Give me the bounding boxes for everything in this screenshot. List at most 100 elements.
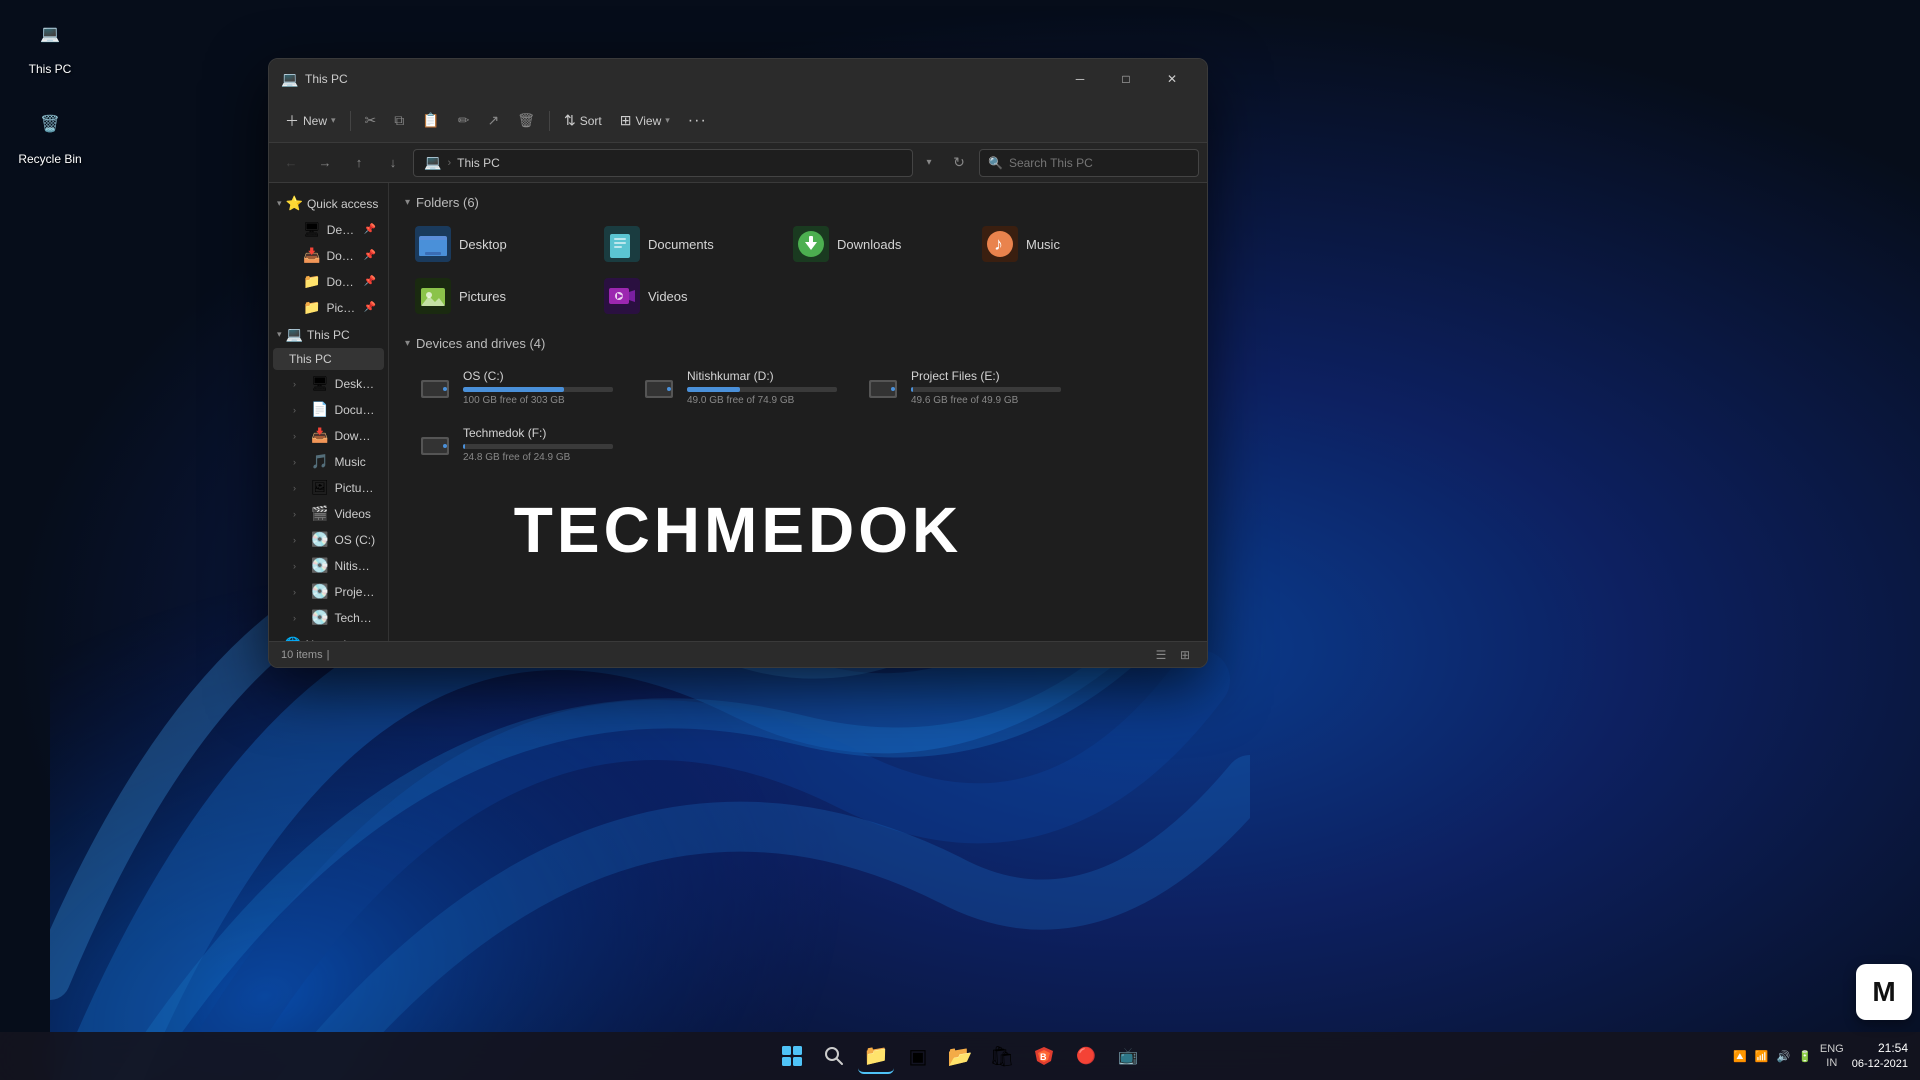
desktop-icon-thispc[interactable]: 💻 This PC: [10, 10, 90, 76]
sidebar-item-thispc-videos[interactable]: › 🎬 Videos: [273, 501, 384, 526]
share-icon: ↗: [487, 112, 499, 129]
taskbar-explorer-button[interactable]: 📁: [858, 1038, 894, 1074]
taskbar-search-button[interactable]: [816, 1038, 852, 1074]
address-dropdown-button[interactable]: ▾: [919, 149, 939, 177]
sidebar-item-downloads[interactable]: 📥 Downloads 📌: [273, 243, 384, 268]
sidebar-item-thispc-f[interactable]: › 💽 Techmedok (F:): [273, 605, 384, 630]
new-button[interactable]: ＋ New ▾: [277, 107, 344, 135]
thispc-music-expand: ›: [293, 457, 305, 467]
recyclebin-label: Recycle Bin: [18, 152, 81, 166]
sort-label: Sort: [580, 114, 602, 128]
taskbar-wifi[interactable]: 📶: [1755, 1050, 1769, 1063]
folder-item-desktop[interactable]: Desktop: [405, 220, 590, 268]
more-button[interactable]: ···: [680, 108, 715, 134]
thispc-collapse-icon: ▾: [277, 329, 282, 340]
thispc-header-icon: 💻: [286, 326, 303, 343]
taskbar-app2-button[interactable]: 📺: [1110, 1038, 1146, 1074]
new-label: New: [303, 114, 327, 128]
status-list-view-button[interactable]: ☰: [1151, 645, 1171, 665]
folder-item-pictures[interactable]: Pictures: [405, 272, 590, 320]
sidebar-item-thispc-desktop[interactable]: › 🖥 Desktop: [273, 371, 384, 396]
folder-item-videos[interactable]: Videos: [594, 272, 779, 320]
search-input[interactable]: [1009, 156, 1190, 170]
pictures-pin-icon: 📌: [364, 302, 376, 313]
sort-button[interactable]: ⇅ Sort: [556, 108, 610, 133]
taskbar-sound[interactable]: 🔊: [1776, 1050, 1790, 1063]
taskbar-battery[interactable]: 🔋: [1798, 1050, 1812, 1063]
cut-button[interactable]: ✂: [357, 108, 385, 133]
drive-item-c[interactable]: OS (C:) 100 GB free of 303 GB: [405, 361, 625, 414]
paste-button[interactable]: 📋: [414, 108, 447, 133]
folder-item-music[interactable]: ♪ Music: [972, 220, 1157, 268]
sidebar-item-thispc-music[interactable]: › 🎵 Music: [273, 449, 384, 474]
refresh-button[interactable]: ↻: [945, 149, 973, 177]
sidebar-header-thispc[interactable]: ▾ 💻 This PC: [269, 322, 388, 347]
drive-d-bar: [687, 387, 740, 392]
folders-collapse-icon: ▾: [405, 197, 410, 208]
view-button[interactable]: ⊞ View ▾: [612, 108, 678, 133]
drives-section-header[interactable]: ▾ Devices and drives (4): [405, 336, 1191, 351]
folders-section-header[interactable]: ▾ Folders (6): [405, 195, 1191, 210]
drive-c-bar: [463, 387, 564, 392]
delete-button[interactable]: 🗑: [509, 108, 543, 133]
back-button[interactable]: ←: [277, 149, 305, 177]
maximize-button[interactable]: □: [1103, 63, 1149, 95]
rename-button[interactable]: ✏: [450, 108, 478, 133]
drive-f-info: Techmedok (F:) 24.8 GB free of 24.9 GB: [463, 426, 613, 463]
sidebar-item-pictures[interactable]: 📁 Pictures 📌: [273, 295, 384, 320]
taskbar-start-button[interactable]: [774, 1038, 810, 1074]
drive-item-e[interactable]: Project Files (E:) 49.6 GB free of 49.9 …: [853, 361, 1073, 414]
taskbar-widgets-button[interactable]: ▣: [900, 1038, 936, 1074]
drive-c-bar-wrap: [463, 387, 613, 392]
forward-button[interactable]: →: [311, 149, 339, 177]
taskbar-store-button[interactable]: 🛍: [984, 1038, 1020, 1074]
address-path[interactable]: 💻 › This PC: [413, 149, 913, 177]
thispc-header-label: This PC: [307, 328, 350, 342]
share-button[interactable]: ↗: [479, 108, 507, 133]
sidebar-item-thispc-e[interactable]: › 💽 Project Files (E:): [273, 579, 384, 604]
taskbar-sys-tray[interactable]: 🔼: [1733, 1050, 1747, 1063]
sidebar-header-quickaccess[interactable]: ▾ ⭐ Quick access: [269, 191, 388, 216]
sidebar-item-documents[interactable]: 📁 Documents 📌: [273, 269, 384, 294]
folder-item-documents[interactable]: Documents: [594, 220, 779, 268]
sidebar-item-desktop[interactable]: 🖥 Desktop 📌: [273, 217, 384, 242]
documents-pin-icon: 📌: [364, 276, 376, 287]
sidebar-header-network[interactable]: › 🌐 Network: [269, 632, 388, 641]
sidebar-item-thispc-c[interactable]: › 💽 OS (C:): [273, 527, 384, 552]
sidebar-item-thispc-downloads[interactable]: › 📥 Downloads: [273, 423, 384, 448]
taskbar-files-button[interactable]: 📂: [942, 1038, 978, 1074]
sidebar-item-thispc-root[interactable]: This PC: [273, 348, 384, 370]
desktop-folder-img: [415, 226, 451, 262]
sidebar-item-thispc-d[interactable]: › 💽 Nitishkumar (D:): [273, 553, 384, 578]
taskbar-clock[interactable]: 21:54 06-12-2021: [1852, 1040, 1908, 1072]
sidebar-item-thispc-documents[interactable]: › 📄 Documents: [273, 397, 384, 422]
sidebar-item-thispc-pictures[interactable]: › 🖼 Pictures: [273, 475, 384, 500]
taskbar-right: 🔼 📶 🔊 🔋 ENG IN 21:54 06-12-2021: [1733, 1040, 1908, 1072]
documents-folder-icon: 📁: [303, 273, 320, 290]
drive-item-f[interactable]: Techmedok (F:) 24.8 GB free of 24.9 GB: [405, 418, 625, 471]
thispc-music-icon: 🎵: [311, 453, 328, 470]
thispc-f-icon: 💽: [311, 609, 328, 626]
path-text: This PC: [457, 156, 500, 170]
m-badge: M: [1856, 964, 1912, 1020]
recent-button[interactable]: ↓: [379, 149, 407, 177]
desktop-icon-recyclebin[interactable]: 🗑️ Recycle Bin: [10, 100, 90, 166]
explorer-body: ▾ ⭐ Quick access 🖥 Desktop 📌 📥 Downloads: [269, 183, 1207, 641]
folder-item-downloads[interactable]: Downloads: [783, 220, 968, 268]
up-button[interactable]: ↑: [345, 149, 373, 177]
thispc-desktop-expand: ›: [293, 379, 305, 389]
downloads-folder-label: Downloads: [837, 237, 901, 252]
search-bar[interactable]: 🔍: [979, 149, 1199, 177]
drive-item-d[interactable]: Nitishkumar (D:) 49.0 GB free of 74.9 GB: [629, 361, 849, 414]
taskbar-app1-button[interactable]: 🔴: [1068, 1038, 1104, 1074]
watermark-text: TECHMEDOK: [514, 493, 962, 567]
sidebar-section-thispc: ▾ 💻 This PC This PC › 🖥 Desktop › 📄: [269, 322, 388, 630]
status-grid-view-button[interactable]: ⊞: [1175, 645, 1195, 665]
taskbar-brave-button[interactable]: B: [1026, 1038, 1062, 1074]
taskbar-chevron-icon: 🔼: [1733, 1050, 1747, 1063]
minimize-button[interactable]: ─: [1057, 63, 1103, 95]
copy-button[interactable]: ⧉: [386, 108, 412, 133]
close-button[interactable]: ✕: [1149, 63, 1195, 95]
title-bar-icon: 💻: [281, 71, 297, 87]
taskbar-lang[interactable]: ENG IN: [1820, 1042, 1844, 1071]
